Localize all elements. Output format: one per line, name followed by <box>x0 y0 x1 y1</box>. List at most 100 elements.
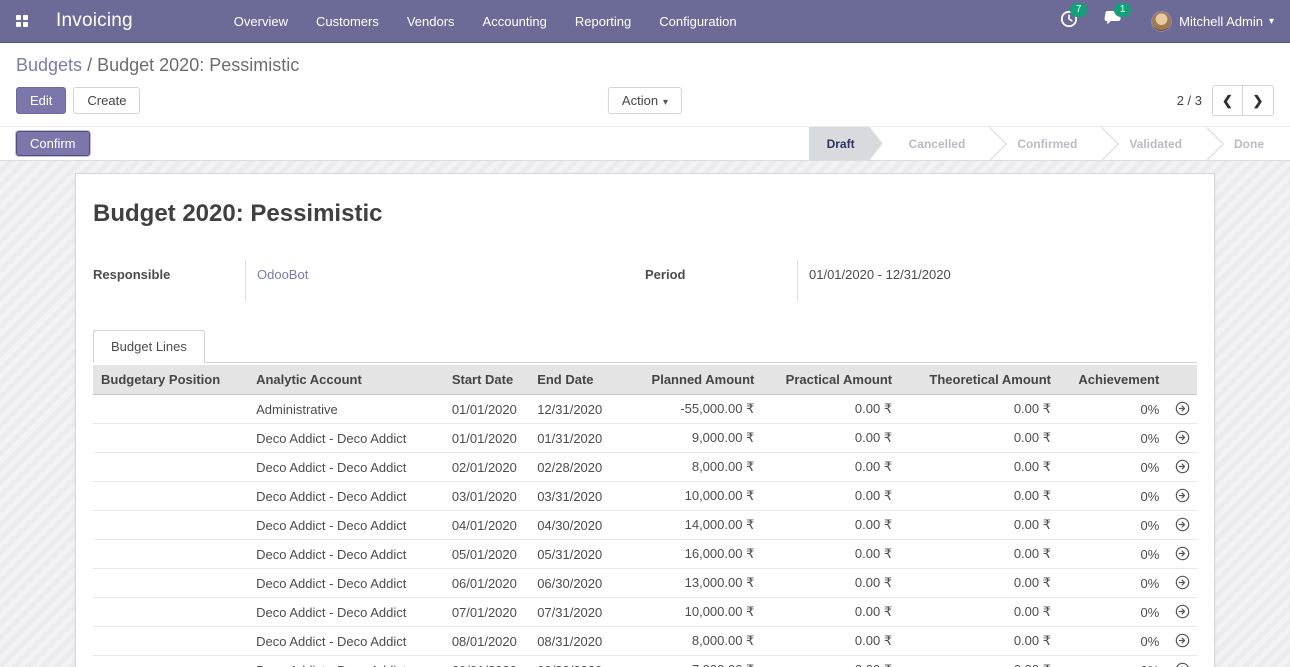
cell-practical-amount: 0.00 ₹ <box>762 540 900 569</box>
cell-achievement: 0% <box>1059 569 1167 598</box>
open-record-icon[interactable] <box>1167 511 1197 540</box>
apps-menu-button[interactable] <box>0 0 44 42</box>
col-analytic-account[interactable]: Analytic Account <box>248 365 444 395</box>
create-button[interactable]: Create <box>73 87 140 114</box>
cell-start-date: 01/01/2020 <box>444 395 529 424</box>
form-view-background: Budget 2020: Pessimistic Responsible Odo… <box>0 161 1290 667</box>
cell-theoretical-amount: 0.00 ₹ <box>900 656 1059 667</box>
open-record-icon[interactable] <box>1167 540 1197 569</box>
activities-button[interactable]: 7 <box>1060 10 1078 33</box>
cell-achievement: 0% <box>1059 627 1167 656</box>
apps-grid-icon <box>16 15 28 27</box>
menu-configuration[interactable]: Configuration <box>645 0 750 43</box>
cell-budgetary-position <box>93 569 248 598</box>
table-row[interactable]: Deco Addict - Deco Addict 07/01/2020 07/… <box>93 598 1197 627</box>
cell-start-date: 07/01/2020 <box>444 598 529 627</box>
cell-theoretical-amount: 0.00 ₹ <box>900 395 1059 424</box>
col-planned-amount[interactable]: Planned Amount <box>620 365 763 395</box>
stage-done[interactable]: Done <box>1208 127 1290 160</box>
cell-start-date: 04/01/2020 <box>444 511 529 540</box>
cell-achievement: 0% <box>1059 540 1167 569</box>
open-record-icon[interactable] <box>1167 569 1197 598</box>
open-record-icon[interactable] <box>1167 656 1197 667</box>
table-row[interactable]: Deco Addict - Deco Addict 02/01/2020 02/… <box>93 453 1197 482</box>
open-record-icon[interactable] <box>1167 627 1197 656</box>
cell-theoretical-amount: 0.00 ₹ <box>900 511 1059 540</box>
open-record-icon[interactable] <box>1167 453 1197 482</box>
cell-theoretical-amount: 0.00 ₹ <box>900 424 1059 453</box>
breadcrumb-current: Budget 2020: Pessimistic <box>97 55 299 75</box>
responsible-value-link[interactable]: OdooBot <box>257 267 308 282</box>
cell-planned-amount: 8,000.00 ₹ <box>620 627 763 656</box>
table-row[interactable]: Deco Addict - Deco Addict 05/01/2020 05/… <box>93 540 1197 569</box>
table-row[interactable]: Deco Addict - Deco Addict 04/01/2020 04/… <box>93 511 1197 540</box>
open-record-icon[interactable] <box>1167 598 1197 627</box>
cell-end-date: 07/31/2020 <box>529 598 620 627</box>
cell-planned-amount: 10,000.00 ₹ <box>620 598 763 627</box>
status-stages: Draft Cancelled Confirmed Validated Done <box>809 127 1290 160</box>
cell-end-date: 12/31/2020 <box>529 395 620 424</box>
table-row[interactable]: Deco Addict - Deco Addict 06/01/2020 06/… <box>93 569 1197 598</box>
open-record-icon[interactable] <box>1167 424 1197 453</box>
systray: 7 1 Mitchell Admin ▾ <box>1034 10 1290 33</box>
table-row[interactable]: Administrative 01/01/2020 12/31/2020 -55… <box>93 395 1197 424</box>
cell-practical-amount: 0.00 ₹ <box>762 627 900 656</box>
table-row[interactable]: Deco Addict - Deco Addict 08/01/2020 08/… <box>93 627 1197 656</box>
user-menu[interactable]: Mitchell Admin ▾ <box>1151 11 1274 32</box>
cell-end-date: 05/31/2020 <box>529 540 620 569</box>
top-navbar: Invoicing Overview Customers Vendors Acc… <box>0 0 1290 43</box>
cell-analytic-account: Deco Addict - Deco Addict <box>248 482 444 511</box>
cell-budgetary-position <box>93 598 248 627</box>
col-budgetary-position[interactable]: Budgetary Position <box>93 365 248 395</box>
breadcrumb-budgets-link[interactable]: Budgets <box>16 55 82 75</box>
col-practical-amount[interactable]: Practical Amount <box>762 365 900 395</box>
responsible-label: Responsible <box>93 260 245 302</box>
menu-vendors[interactable]: Vendors <box>393 0 469 43</box>
user-avatar <box>1151 11 1172 32</box>
col-achievement[interactable]: Achievement <box>1059 365 1167 395</box>
menu-reporting[interactable]: Reporting <box>561 0 645 43</box>
col-start-date[interactable]: Start Date <box>444 365 529 395</box>
field-responsible: Responsible OdooBot <box>93 260 645 302</box>
app-brand[interactable]: Invoicing <box>44 10 145 32</box>
action-dropdown-button[interactable]: Action▾ <box>608 87 682 114</box>
col-end-date[interactable]: End Date <box>529 365 620 395</box>
confirm-button[interactable]: Confirm <box>16 131 90 156</box>
chevron-down-icon: ▾ <box>1269 16 1274 27</box>
cell-planned-amount: 16,000.00 ₹ <box>620 540 763 569</box>
open-record-icon[interactable] <box>1167 482 1197 511</box>
cell-budgetary-position <box>93 540 248 569</box>
open-record-icon[interactable] <box>1167 395 1197 424</box>
pager-counter: 2 / 3 <box>1177 93 1202 108</box>
cell-end-date: 01/31/2020 <box>529 424 620 453</box>
col-theoretical-amount[interactable]: Theoretical Amount <box>900 365 1059 395</box>
cell-analytic-account: Deco Addict - Deco Addict <box>248 569 444 598</box>
cell-budgetary-position <box>93 627 248 656</box>
table-row[interactable]: Deco Addict - Deco Addict 03/01/2020 03/… <box>93 482 1197 511</box>
cell-start-date: 03/01/2020 <box>444 482 529 511</box>
edit-button[interactable]: Edit <box>16 87 66 114</box>
table-row[interactable]: Deco Addict - Deco Addict 01/01/2020 01/… <box>93 424 1197 453</box>
control-panel-buttons: Edit Create Action▾ 2 / 3 ❮ ❯ <box>16 85 1274 116</box>
pager-previous-button[interactable]: ❮ <box>1212 85 1243 116</box>
cell-practical-amount: 0.00 ₹ <box>762 598 900 627</box>
cell-start-date: 05/01/2020 <box>444 540 529 569</box>
message-count-badge: 1 <box>1114 3 1131 17</box>
cell-theoretical-amount: 0.00 ₹ <box>900 482 1059 511</box>
menu-overview[interactable]: Overview <box>220 0 302 43</box>
cell-analytic-account: Deco Addict - Deco Addict <box>248 511 444 540</box>
cell-practical-amount: 0.00 ₹ <box>762 656 900 667</box>
cell-achievement: 0% <box>1059 482 1167 511</box>
pager-next-button[interactable]: ❯ <box>1243 85 1274 116</box>
field-period: Period 01/01/2020 - 12/31/2020 <box>645 260 1197 302</box>
cell-end-date: 03/31/2020 <box>529 482 620 511</box>
page-title: Budget 2020: Pessimistic <box>93 174 1197 228</box>
stage-draft[interactable]: Draft <box>809 127 883 160</box>
menu-customers[interactable]: Customers <box>302 0 393 43</box>
menu-accounting[interactable]: Accounting <box>469 0 561 43</box>
messages-button[interactable]: 1 <box>1104 10 1123 32</box>
tab-budget-lines[interactable]: Budget Lines <box>93 330 205 363</box>
cell-budgetary-position <box>93 424 248 453</box>
table-row[interactable]: Deco Addict - Deco Addict 09/01/2020 09/… <box>93 656 1197 667</box>
cell-budgetary-position <box>93 511 248 540</box>
